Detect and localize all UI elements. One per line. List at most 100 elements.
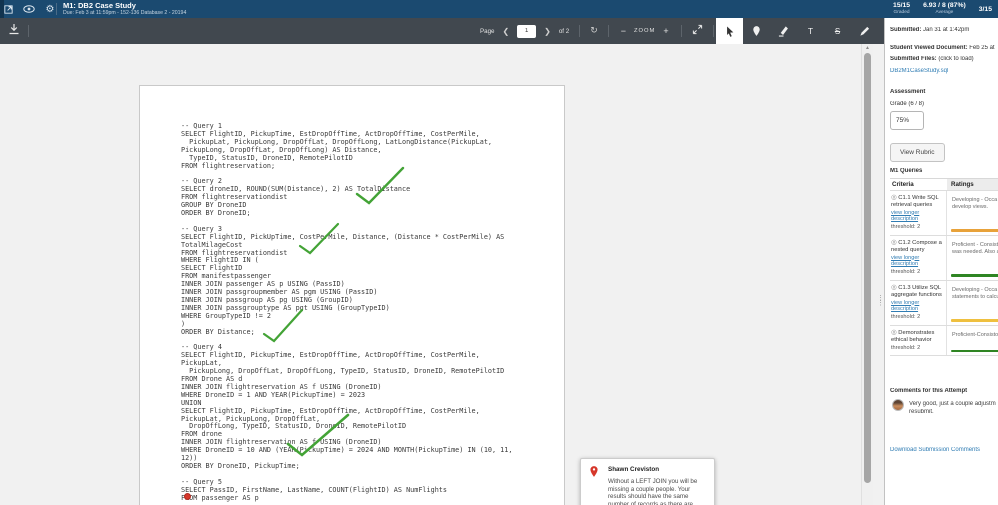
rubric-table: Criteria Ratings ◎ C1.1 Write SQL retrie… [890, 178, 998, 357]
rubric-header-row: Criteria Ratings [890, 179, 998, 191]
outcome-icon: ◎ [891, 193, 897, 201]
highlight-tool-button[interactable] [770, 18, 797, 44]
eye-icon[interactable] [23, 3, 35, 15]
header-bar: ⚙ M1: DB2 Case Study Due: Feb 3 at 11:59… [0, 0, 998, 18]
document-viewer: -- Query 1 SELECT FlightID, PickupTime, … [0, 44, 876, 505]
scrollbar-thumb[interactable] [864, 53, 871, 483]
annotation-comment-popup[interactable]: Shawn Creviston Without a LEFT JOIN you … [580, 458, 715, 505]
exit-icon[interactable] [2, 3, 14, 15]
rubric-title: M1 Queries [890, 168, 923, 174]
point-annotation-pin[interactable] [184, 493, 191, 500]
comment-text: Without a LEFT JOIN you will be missing … [608, 478, 698, 505]
next-page-button[interactable]: ❯ [542, 27, 553, 36]
strikeout-icon: S [834, 26, 841, 36]
rubric-row: ◎ C1.3 Utilize SQL aggregate functions v… [890, 280, 998, 326]
assignment-title: M1: DB2 Case Study [63, 1, 136, 10]
criterion-threshold: threshold: 2 [891, 224, 921, 231]
text-tool-icon: T [807, 26, 814, 36]
pen-icon [859, 26, 870, 37]
rubric-row: ◎ C1.2 Compose a nested query view longe… [890, 235, 998, 281]
view-longer-description-link[interactable]: view longer description [891, 255, 935, 269]
outcome-icon: ◎ [891, 282, 897, 291]
point-pin-icon [752, 25, 761, 37]
criterion-name: C1.1 Write SQL retrieval queries [891, 195, 939, 208]
checkmark-annotation-1[interactable] [352, 164, 408, 208]
toolbar-divider [680, 25, 682, 37]
prev-page-button[interactable]: ❮ [500, 27, 511, 36]
rating-score-bar [951, 229, 998, 232]
student-position: 3/15 [978, 5, 992, 13]
checkmark-annotation-3[interactable] [260, 306, 306, 346]
gear-icon[interactable]: ⚙ [44, 3, 56, 15]
cursor-tool-button[interactable] [716, 18, 743, 44]
avatar [892, 399, 904, 411]
assessment-heading: Assessment [890, 89, 926, 95]
rating-text: statements to calcu [952, 293, 998, 300]
outcome-icon: ◎ [891, 327, 897, 336]
download-button[interactable] [4, 21, 24, 41]
highlighter-icon [778, 25, 789, 37]
toolbar-divider [28, 25, 29, 37]
file-link-row: DB2M1CaseStudy.sql [890, 68, 998, 74]
criterion-name: Demonstrates ethical behavior [891, 329, 935, 343]
download-submission-comments-link[interactable]: Download Submission Comments [890, 447, 980, 453]
average-stat: 6.93 / 8 (87%) Average [923, 2, 966, 15]
grade-input[interactable] [890, 111, 924, 130]
text-annotation-button[interactable]: T [797, 18, 824, 44]
download-comments-row: Download Submission Comments [890, 447, 998, 453]
rotate-icon[interactable]: ↻ [590, 26, 598, 36]
rubric-row: ◎ C1.1 Write SQL retrieval queries view … [890, 191, 998, 236]
rating-score-bar [951, 319, 998, 322]
rubric-row: ◎ Demonstrates ethical behavior threshol… [890, 325, 998, 357]
document-toolbar: Page ❮ ❯ of 2 ↻ − ZOOM + [0, 18, 896, 44]
zoom-in-button[interactable]: + [661, 26, 670, 36]
rating-text: develop views. [952, 203, 989, 210]
view-longer-description-link[interactable]: view longer description [891, 300, 935, 314]
comment-author: Shawn Creviston [608, 466, 660, 473]
toolbar-divider [607, 25, 609, 37]
ratings-header: Ratings [947, 179, 998, 190]
zoom-out-button[interactable]: − [619, 26, 628, 36]
draw-tool-button[interactable] [851, 18, 878, 44]
speedgrader-window: ⚙ M1: DB2 Case Study Due: Feb 3 at 11:59… [0, 0, 998, 505]
assignment-subtitle: Due: Feb 3 at 11:59pm - 152-136 Database… [63, 10, 187, 16]
instructor-comment: Very good, just a couple adjustm resubmi… [909, 401, 996, 415]
submitted-row: Submitted: Jan 31 at 1:42pm [890, 27, 970, 33]
rating-text: Proficient - Consist [952, 241, 998, 248]
viewer-scrollbar[interactable]: ▲ [861, 44, 873, 505]
page-label: Page [480, 27, 495, 35]
zoom-label: ZOOM [634, 28, 656, 34]
expand-icon[interactable] [692, 22, 703, 40]
viewed-row: Student Viewed Document: Feb 25 at [890, 45, 995, 51]
strikeout-tool-button[interactable]: S [824, 18, 851, 44]
criterion-name: C1.2 Compose a nested query [891, 239, 942, 253]
outcome-icon: ◎ [891, 237, 897, 246]
view-rubric-button[interactable]: View Rubric [890, 143, 945, 162]
view-longer-description-link[interactable]: view longer description [891, 210, 935, 224]
submitted-file-link[interactable]: DB2M1CaseStudy.sql [890, 68, 948, 74]
rating-text: was needed. Also a [952, 248, 998, 255]
point-annotation-button[interactable] [743, 18, 770, 44]
grade-label: Grade (6 / 8) [890, 101, 925, 107]
files-row: Submitted Files: (click to load) [890, 56, 974, 62]
comments-heading: Comments for this Attempt [890, 388, 968, 394]
rating-text: Developing - Occa [952, 286, 998, 293]
checkmark-annotation-2[interactable] [296, 220, 342, 258]
map-pin-icon [589, 465, 599, 483]
rating-text: Proficient-Consisto [952, 331, 998, 338]
toolbar-divider [579, 25, 581, 37]
criterion-name: C1.3 Utilize SQL aggregate functions [891, 284, 942, 298]
sidebar-resize-handle[interactable]: ⋮ ⋮ [877, 295, 884, 307]
scroll-up-icon[interactable]: ▲ [865, 45, 870, 51]
download-icon [8, 22, 20, 40]
header-divider [56, 3, 57, 15]
rating-text: Developing - Occa [952, 197, 998, 203]
toolbar-divider [712, 25, 714, 37]
page-number-input[interactable] [517, 24, 537, 38]
graded-stat: 15/15 Graded [893, 2, 911, 15]
rating-score-bar [951, 349, 998, 353]
criterion-threshold: threshold: 2 [891, 314, 921, 321]
grading-sidebar: Submitted: Jan 31 at 1:42pm Student View… [884, 18, 998, 505]
checkmark-annotation-4[interactable] [282, 410, 354, 460]
page-total: of 2 [558, 27, 570, 35]
